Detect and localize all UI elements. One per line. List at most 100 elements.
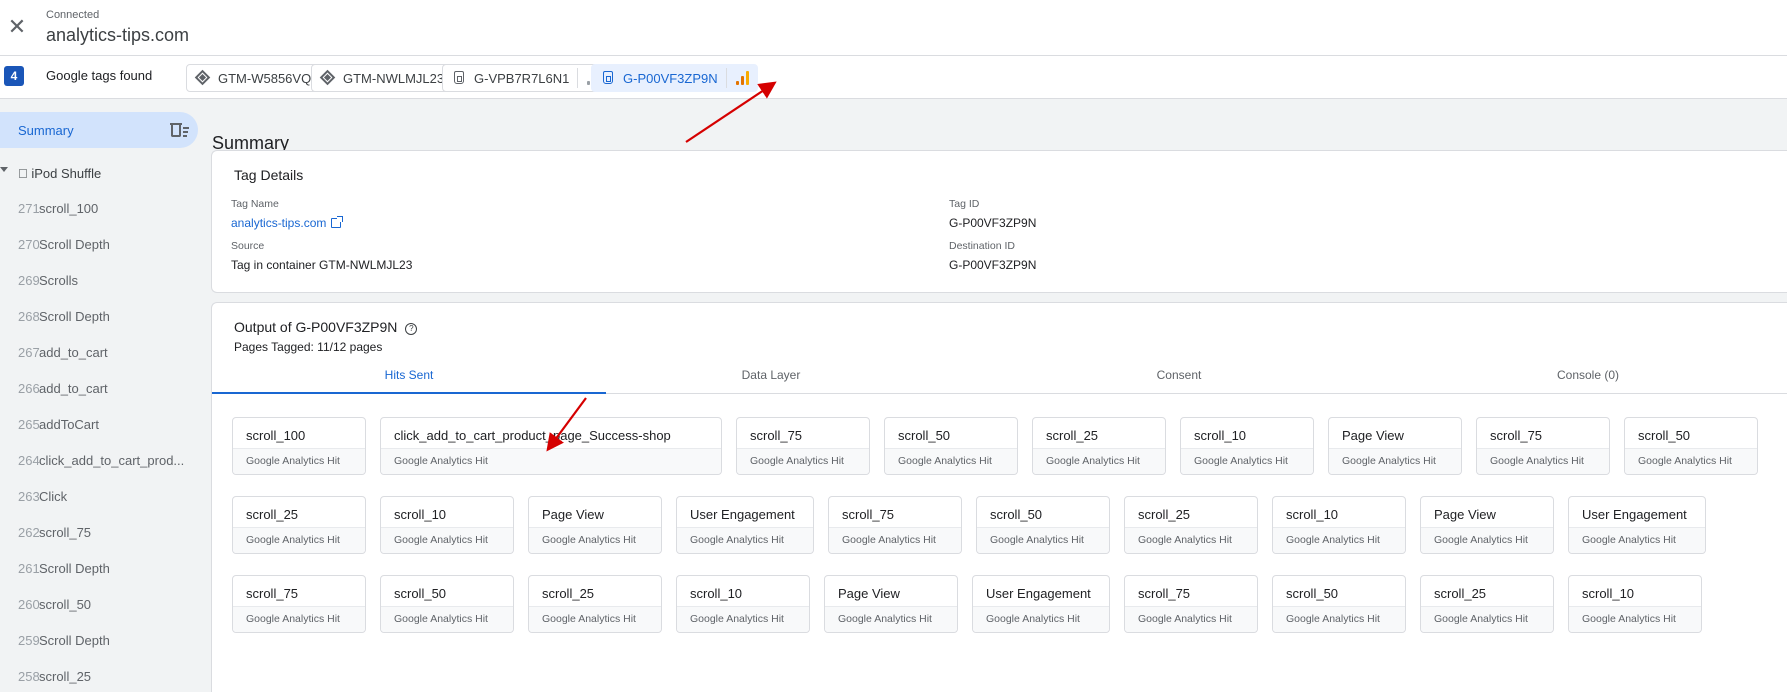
hit-card[interactable]: User Engagement Google Analytics Hit	[676, 496, 814, 554]
tab-hits-sent[interactable]: Hits Sent	[212, 366, 606, 394]
event-number: 269	[18, 273, 40, 288]
hit-name: Page View	[542, 507, 604, 522]
hit-card[interactable]: click_add_to_cart_product_page_Success-s…	[380, 417, 722, 475]
clear-messages-icon[interactable]	[170, 121, 190, 139]
hit-card[interactable]: Page View Google Analytics Hit	[1420, 496, 1554, 554]
event-name: Scroll Depth	[39, 309, 110, 324]
tab-data-layer[interactable]: Data Layer	[574, 366, 968, 394]
hit-card[interactable]: scroll_75 Google Analytics Hit	[1476, 417, 1610, 475]
event-name: add_to_cart	[39, 381, 108, 396]
hit-card[interactable]: scroll_10 Google Analytics Hit	[1180, 417, 1314, 475]
event-number: 271	[18, 201, 40, 216]
sidebar-event-item[interactable]: 269 Scrolls	[0, 265, 200, 295]
sidebar-event-item[interactable]: 266 add_to_cart	[0, 373, 200, 403]
tag-chip-g-vpb7r7l6n1[interactable]: G-VPB7R7L6N1	[442, 64, 610, 92]
hit-type: Google Analytics Hit	[1181, 448, 1313, 474]
event-name: scroll_100	[39, 201, 99, 216]
hit-type: Google Analytics Hit	[1125, 606, 1257, 632]
gtm-diamond-icon	[194, 69, 211, 86]
hit-type: Google Analytics Hit	[529, 606, 661, 632]
tag-chip-gtm-w5856vq[interactable]: GTM-W5856VQ	[186, 64, 321, 92]
open-in-new-icon	[331, 216, 344, 228]
tab-consent[interactable]: Consent	[982, 366, 1376, 394]
hit-card[interactable]: scroll_75 Google Analytics Hit	[232, 575, 366, 633]
hit-name: scroll_100	[246, 428, 306, 443]
sidebar-item-label: Summary	[18, 123, 74, 138]
tag-details-title: Tag Details	[234, 167, 304, 183]
hit-card[interactable]: scroll_10 Google Analytics Hit	[380, 496, 514, 554]
sidebar-event-item[interactable]: 262 scroll_75	[0, 517, 200, 547]
hit-card[interactable]: scroll_25 Google Analytics Hit	[1032, 417, 1166, 475]
hit-name: scroll_25	[1138, 507, 1191, 522]
hit-card[interactable]: scroll_50 Google Analytics Hit	[884, 417, 1018, 475]
sidebar-event-item[interactable]: 264 click_add_to_cart_prod...	[0, 445, 200, 475]
hit-card[interactable]: scroll_25 Google Analytics Hit	[1420, 575, 1554, 633]
hit-card[interactable]: scroll_75 Google Analytics Hit	[828, 496, 962, 554]
sidebar-event-item[interactable]: 265 addToCart	[0, 409, 200, 439]
hit-card[interactable]: Page View Google Analytics Hit	[1328, 417, 1462, 475]
hit-card[interactable]: scroll_100 Google Analytics Hit	[232, 417, 366, 475]
page-group-label:   iPod Shuffle	[18, 166, 102, 181]
hit-card[interactable]: Page View Google Analytics Hit	[528, 496, 662, 554]
source-label: Source	[231, 240, 265, 252]
hit-card[interactable]: scroll_25 Google Analytics Hit	[232, 496, 366, 554]
close-icon[interactable]: ✕	[4, 14, 30, 40]
hit-type: Google Analytics Hit	[677, 527, 813, 553]
hit-name: scroll_50	[1286, 586, 1339, 601]
event-number: 261	[18, 561, 40, 576]
hit-name: scroll_50	[990, 507, 1043, 522]
tab-console[interactable]: Console (0)	[1391, 366, 1785, 394]
help-icon[interactable]: ?	[405, 323, 418, 335]
hit-name: scroll_10	[1286, 507, 1339, 522]
destination-id-value: G-P00VF3ZP9N	[949, 258, 1037, 272]
hit-card[interactable]: scroll_75 Google Analytics Hit	[736, 417, 870, 475]
hit-name: scroll_25	[542, 586, 595, 601]
hit-card[interactable]: User Engagement Google Analytics Hit	[972, 575, 1110, 633]
sidebar-item-summary[interactable]: Summary	[0, 112, 198, 148]
hit-name: User Engagement	[1582, 507, 1687, 522]
hit-card[interactable]: scroll_25 Google Analytics Hit	[1124, 496, 1258, 554]
hit-card[interactable]: scroll_10 Google Analytics Hit	[676, 575, 810, 633]
event-number: 262	[18, 525, 40, 540]
hit-card[interactable]: scroll_75 Google Analytics Hit	[1124, 575, 1258, 633]
hit-name: scroll_10	[1194, 428, 1247, 443]
event-name: click_add_to_cart_prod...	[39, 453, 185, 468]
hit-name: User Engagement	[986, 586, 1091, 601]
hit-card[interactable]: scroll_25 Google Analytics Hit	[528, 575, 662, 633]
sidebar-event-item[interactable]: 261 Scroll Depth	[0, 553, 200, 583]
sidebar-event-item[interactable]: 259 Scroll Depth	[0, 625, 200, 655]
hit-name: scroll_75	[1490, 428, 1543, 443]
sidebar-event-item[interactable]: 268 Scroll Depth	[0, 301, 200, 331]
hit-name: scroll_25	[1046, 428, 1099, 443]
tag-chip-gtm-nwlmjl23[interactable]: GTM-NWLMJL23	[311, 64, 454, 92]
tag-name-value[interactable]: analytics-tips.com	[231, 216, 344, 230]
event-name: Scroll Depth	[39, 633, 110, 648]
tag-name-link[interactable]: analytics-tips.com	[231, 216, 326, 230]
sidebar-event-item[interactable]: 267 add_to_cart	[0, 337, 200, 367]
connected-domain: analytics-tips.com	[46, 25, 190, 45]
hit-card[interactable]: scroll_10 Google Analytics Hit	[1568, 575, 1702, 633]
output-title: Output of G-P00VF3ZP9N	[234, 319, 398, 335]
sidebar-event-item[interactable]: 270 Scroll Depth	[0, 229, 200, 259]
hit-name: scroll_25	[246, 507, 299, 522]
hit-name: scroll_50	[898, 428, 951, 443]
hit-type: Google Analytics Hit	[973, 606, 1109, 632]
sidebar-event-item[interactable]: 258 scroll_25	[0, 661, 200, 691]
hit-card[interactable]: scroll_50 Google Analytics Hit	[976, 496, 1110, 554]
sidebar-event-item[interactable]: 263 Click	[0, 481, 200, 511]
hit-card[interactable]: scroll_50 Google Analytics Hit	[1624, 417, 1758, 475]
hit-card[interactable]: scroll_10 Google Analytics Hit	[1272, 496, 1406, 554]
hit-type: Google Analytics Hit	[1273, 606, 1405, 632]
hit-card[interactable]: scroll_50 Google Analytics Hit	[1272, 575, 1406, 633]
hit-name: scroll_10	[690, 586, 743, 601]
event-number: 263	[18, 489, 40, 504]
sidebar-event-item[interactable]: 271 scroll_100	[0, 193, 200, 223]
hit-card[interactable]: User Engagement Google Analytics Hit	[1568, 496, 1706, 554]
hit-type: Google Analytics Hit	[1125, 527, 1257, 553]
hit-card[interactable]: Page View Google Analytics Hit	[824, 575, 958, 633]
hit-name: Page View	[838, 586, 900, 601]
tag-chip-g-p00vf3zp9n[interactable]: G-P00VF3ZP9N	[591, 64, 758, 92]
hit-card[interactable]: scroll_50 Google Analytics Hit	[380, 575, 514, 633]
sidebar-event-item[interactable]: 260 scroll_50	[0, 589, 200, 619]
sidebar-page-group[interactable]:   iPod Shuffle	[0, 161, 200, 185]
